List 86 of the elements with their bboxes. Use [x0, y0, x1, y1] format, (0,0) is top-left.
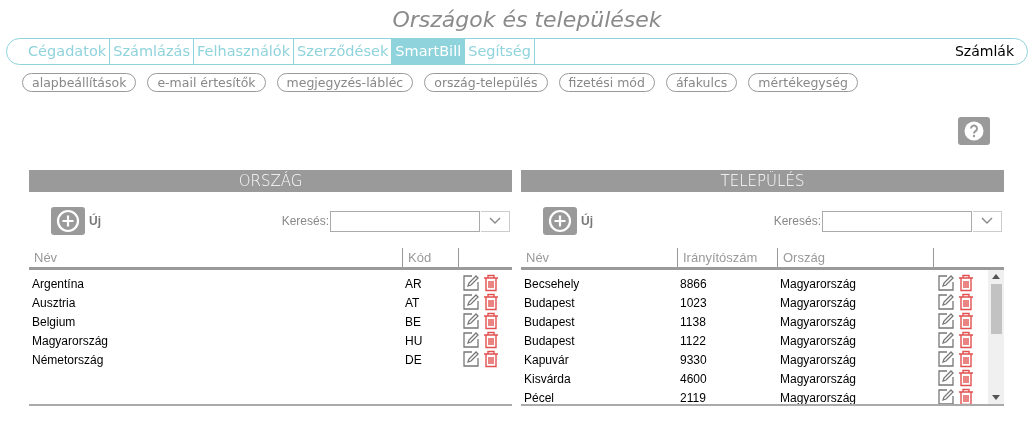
- table-cell: Magyarország: [780, 277, 857, 291]
- trash-icon[interactable]: [483, 312, 499, 330]
- table-cell: Magyarország: [780, 372, 857, 386]
- nav-tab[interactable]: Felhasználók: [194, 39, 295, 64]
- column-header[interactable]: Név: [34, 249, 58, 267]
- scrollbar[interactable]: [988, 270, 1004, 404]
- table-cell: Budapest: [524, 334, 575, 348]
- table-cell: BE: [405, 315, 421, 329]
- column-header[interactable]: Ország: [783, 249, 825, 267]
- edit-icon[interactable]: [937, 312, 955, 330]
- page-title: Országok és települések: [391, 6, 662, 34]
- search-label: Keresés:: [281, 213, 329, 230]
- table-cell: 1122: [680, 334, 706, 348]
- edit-icon[interactable]: [462, 293, 480, 311]
- trash-icon[interactable]: [483, 350, 499, 368]
- edit-icon[interactable]: [937, 388, 955, 404]
- edit-icon[interactable]: [462, 350, 480, 368]
- trash-icon[interactable]: [483, 293, 499, 311]
- add-button[interactable]: [543, 207, 577, 235]
- add-button[interactable]: [51, 207, 85, 235]
- table-cell: Budapest: [524, 296, 575, 310]
- table-cell: 1023: [680, 296, 707, 310]
- plus-icon: [56, 209, 80, 233]
- scroll-up-icon[interactable]: [992, 274, 1000, 279]
- add-label: Új: [89, 212, 101, 230]
- edit-icon[interactable]: [937, 369, 955, 387]
- nav-tab[interactable]: Segítség: [465, 39, 535, 64]
- nav-tab[interactable]: SmartBill: [392, 39, 466, 64]
- panel-header: TELEPÜLÉS: [521, 170, 1004, 192]
- trash-icon[interactable]: [958, 274, 974, 292]
- table-cell: AT: [405, 296, 420, 310]
- table-cell: Argentína: [32, 277, 85, 291]
- plus-icon: [548, 209, 572, 233]
- trash-icon[interactable]: [958, 388, 974, 404]
- table-cell: 9330: [680, 353, 707, 367]
- table-cell: Kisvárda: [524, 372, 571, 386]
- table-cell: Németország: [32, 353, 104, 367]
- table-cell: Magyarország: [780, 296, 857, 310]
- table-cell: AR: [405, 277, 422, 291]
- trash-icon[interactable]: [483, 274, 499, 292]
- column-header[interactable]: Irányítószám: [683, 249, 758, 267]
- add-label: Új: [581, 212, 593, 230]
- table-cell: 8866: [680, 277, 707, 291]
- help-icon: [964, 121, 984, 141]
- search-field[interactable]: [822, 210, 972, 232]
- edit-icon[interactable]: [462, 331, 480, 349]
- help-button[interactable]: [958, 117, 990, 145]
- nav-tab[interactable]: Számlázás: [110, 39, 194, 64]
- table-cell: Magyarország: [780, 315, 857, 329]
- edit-icon[interactable]: [937, 331, 955, 349]
- table-cell: Ausztria: [32, 296, 76, 310]
- chevron-down-icon: [489, 217, 501, 225]
- table-cell: 4600: [680, 372, 707, 386]
- column-header[interactable]: Név: [526, 249, 550, 267]
- edit-icon[interactable]: [462, 312, 480, 330]
- table-cell: Magyarország: [780, 391, 857, 404]
- table-cell: Budapest: [524, 315, 575, 329]
- nav-tab[interactable]: Cégadatok: [25, 39, 111, 64]
- table-cell: 2119: [680, 391, 706, 404]
- trash-icon[interactable]: [958, 369, 974, 387]
- table-cell: Kapuvár: [524, 353, 569, 367]
- account-label[interactable]: Számlák: [954, 41, 1027, 62]
- search-label: Keresés:: [773, 213, 821, 230]
- chevron-down-icon: [981, 217, 993, 225]
- table-cell: Belgium: [32, 315, 76, 329]
- edit-icon[interactable]: [462, 274, 480, 292]
- trash-icon[interactable]: [483, 331, 499, 349]
- scroll-down-icon[interactable]: [992, 395, 1000, 400]
- trash-icon[interactable]: [958, 293, 974, 311]
- table-cell: 1138: [680, 315, 706, 329]
- column-header[interactable]: Kód: [408, 249, 432, 267]
- table-cell: Pécel: [524, 391, 555, 404]
- table-cell: HU: [405, 334, 423, 348]
- panel-header: ORSZÁG: [29, 170, 512, 192]
- table-cell: Magyarország: [780, 334, 857, 348]
- table-cell: Magyarország: [780, 353, 857, 367]
- edit-icon[interactable]: [937, 293, 955, 311]
- search-field[interactable]: [330, 210, 480, 232]
- edit-icon[interactable]: [937, 274, 955, 292]
- trash-icon[interactable]: [958, 331, 974, 349]
- trash-icon[interactable]: [958, 350, 974, 368]
- trash-icon[interactable]: [958, 312, 974, 330]
- edit-icon[interactable]: [937, 350, 955, 368]
- table-cell: Magyarország: [32, 334, 109, 348]
- table-cell: Becsehely: [524, 277, 580, 291]
- table-cell: DE: [405, 353, 422, 367]
